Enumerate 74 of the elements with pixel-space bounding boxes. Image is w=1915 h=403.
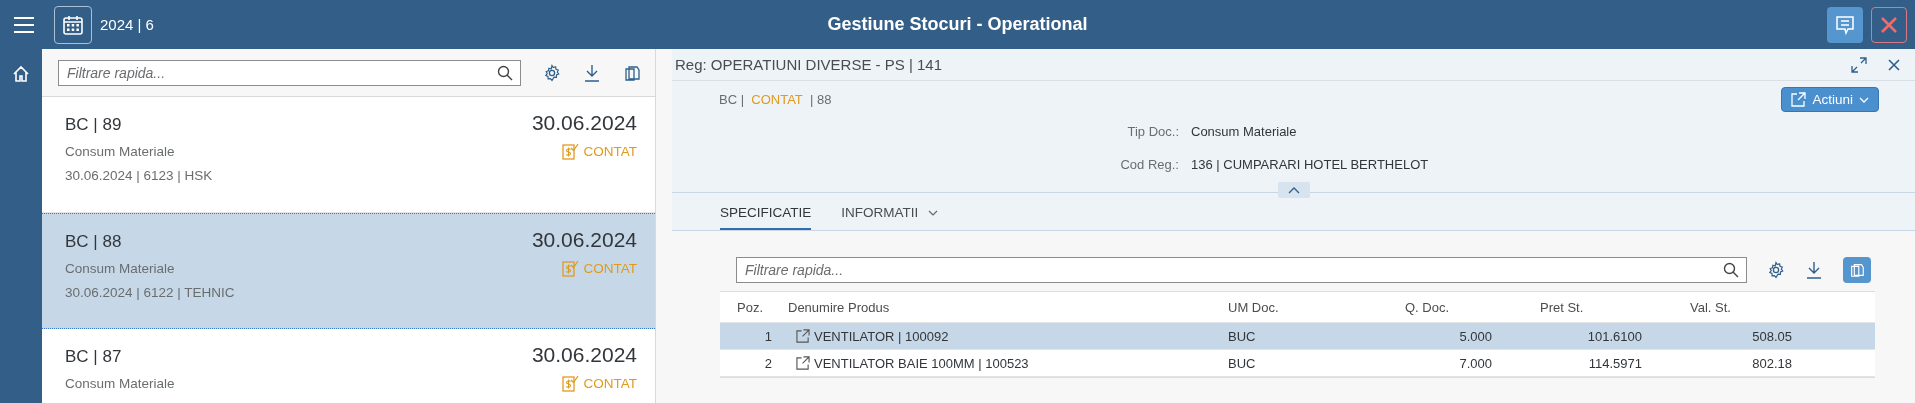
- caret-icon: [928, 209, 939, 216]
- product-link[interactable]: VENTILATOR BAIE 100MM | 100523: [780, 355, 1220, 371]
- share-icon: [796, 356, 810, 370]
- document-date: 30.06.2024: [531, 343, 637, 367]
- product-link[interactable]: VENTILATOR | 100092: [780, 328, 1220, 344]
- table-cell-text: 101.6100: [1586, 328, 1643, 344]
- share-icon: [796, 329, 810, 343]
- chat-icon: [1834, 13, 1856, 36]
- close-icon[interactable]: [1887, 57, 1901, 72]
- table-cell-text: BUC: [1227, 355, 1257, 371]
- column-header: Poz.: [736, 299, 764, 315]
- column-header: Denumire Produs: [787, 299, 891, 315]
- column-header: Pret St.: [1539, 299, 1585, 315]
- menu-icon: [13, 15, 35, 34]
- search-icon: [1723, 262, 1739, 278]
- tab[interactable]: INFORMATII: [841, 193, 939, 230]
- search-icon: [497, 64, 513, 81]
- status-label: CONTAT: [561, 260, 637, 277]
- settings-icon[interactable]: [543, 63, 561, 82]
- document-title: BC | 87: [65, 347, 122, 367]
- document-check-icon: [561, 375, 579, 392]
- table-cell-text: 5.000: [1458, 328, 1493, 344]
- layers-icon[interactable]: [623, 63, 641, 82]
- column-header: UM Doc.: [1227, 299, 1280, 315]
- column-header: Q. Doc.: [1404, 299, 1451, 315]
- document-type: Consum Materiale: [65, 144, 175, 159]
- download-icon[interactable]: [583, 63, 601, 82]
- detail-title: Reg: OPERATIUNI DIVERSE - PS | 141: [675, 56, 944, 73]
- search-field[interactable]: Filtrare rapida...: [736, 257, 1747, 283]
- layers-icon: [1849, 262, 1865, 278]
- table-cell-text: 2: [763, 355, 773, 371]
- document-date: 30.06.2024: [531, 228, 637, 252]
- table-row[interactable]: 2 VENTILATOR BAIE 100MM | 100523 BUC 7.000 114.5971 802.18: [720, 350, 1875, 377]
- document-check-icon: [561, 143, 579, 160]
- table-cell-text: 114.5971: [1587, 355, 1643, 371]
- calendar-button[interactable]: [54, 5, 92, 44]
- list-item[interactable]: BC | 88 30.06.2024 Consum Materiale CONTAT 30.06.2024 | 6122 | TEHNIC: [42, 213, 655, 329]
- field-label: Cod Reg.:: [1119, 157, 1179, 172]
- document-type: Consum Materiale: [65, 376, 175, 391]
- field-label: Tip Doc.:: [1126, 124, 1179, 139]
- document-heading: BC | CONTAT | 88: [719, 92, 832, 107]
- document-title: BC | 89: [65, 115, 122, 135]
- document-info: 30.06.2024 | 6122 | TEHNIC: [65, 285, 235, 300]
- settings-icon[interactable]: [1767, 261, 1785, 279]
- document-date: 30.06.2024: [531, 111, 637, 135]
- field-value: 136 | CUMPARARI HOTEL BERTHELOT: [1191, 157, 1430, 172]
- document-type: Consum Materiale: [65, 261, 175, 276]
- search-field[interactable]: Filtrare rapida...: [58, 59, 521, 86]
- layers-toggle-button[interactable]: [1843, 257, 1871, 283]
- app-title: Gestiune Stocuri - Operational: [827, 14, 1088, 35]
- column-header: Val. St.: [1689, 299, 1732, 315]
- table-cell-text: BUC: [1227, 328, 1257, 344]
- feedback-button[interactable]: [1827, 6, 1863, 43]
- share-icon: [1791, 92, 1807, 107]
- table-cell-text: 7.000: [1458, 355, 1493, 371]
- calendar-icon: [62, 13, 84, 36]
- table-row[interactable]: 1 VENTILATOR | 100092 BUC 5.000 101.6100 508.05: [720, 323, 1875, 350]
- status-label: CONTAT: [561, 375, 637, 392]
- list-item[interactable]: BC | 87 30.06.2024 Consum Materiale CONTAT: [42, 329, 655, 403]
- table-cell-text: 1: [763, 328, 773, 344]
- document-check-icon: [561, 260, 579, 277]
- table-cell-text: 508.05: [1751, 328, 1793, 344]
- period-label: 2024 | 6: [100, 16, 154, 33]
- document-info: 30.06.2024 | 6123 | HSK: [65, 168, 213, 183]
- table-cell-text: 802.18: [1751, 355, 1793, 371]
- home-icon[interactable]: [12, 65, 30, 83]
- field-value: Consum Materiale: [1191, 124, 1298, 139]
- status-label: CONTAT: [561, 143, 637, 160]
- document-title: BC | 88: [65, 232, 122, 252]
- close-icon: [1880, 15, 1898, 34]
- caret-icon: [1859, 96, 1869, 103]
- chevron-up-icon: [1287, 186, 1300, 194]
- expand-icon[interactable]: [1851, 56, 1867, 73]
- download-icon[interactable]: [1805, 261, 1823, 279]
